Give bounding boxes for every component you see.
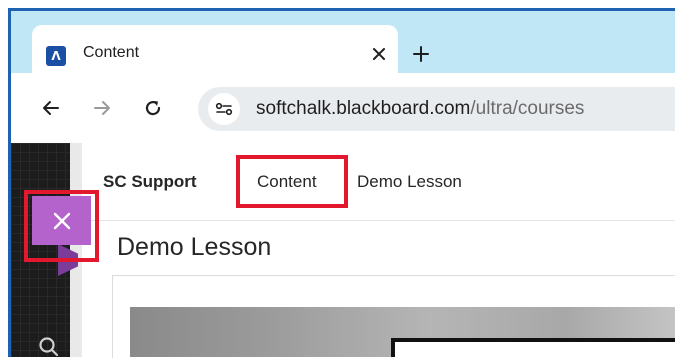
browser-toolbar: softchalk.blackboard.com/ultra/courses [11, 73, 675, 143]
forward-button[interactable] [87, 93, 117, 123]
window-edge-left [0, 0, 6, 357]
highlight-box-content [236, 155, 348, 208]
back-arrow-icon [43, 101, 59, 115]
plus-icon [413, 46, 429, 62]
highlight-box-close [24, 190, 99, 262]
tab-close-icon[interactable] [366, 41, 392, 67]
forward-arrow-icon [94, 101, 110, 115]
search-icon[interactable] [36, 334, 60, 357]
favicon-letter: Λ [51, 49, 61, 63]
new-tab-button[interactable] [406, 39, 436, 69]
address-bar[interactable]: softchalk.blackboard.com/ultra/courses [198, 87, 675, 131]
url-host: softchalk.blackboard.com [256, 98, 471, 119]
breadcrumb-lesson: Demo Lesson [357, 172, 462, 191]
tab-title: Content [83, 44, 140, 61]
breadcrumb: SC Support Content Demo Lesson [82, 143, 675, 221]
breadcrumb-course[interactable]: SC Support [103, 172, 197, 192]
reload-button[interactable] [138, 93, 168, 123]
window-border-top [8, 8, 675, 11]
browser-tabstrip: Λ Content [11, 11, 675, 84]
blackboard-logo-icon: Λ [46, 46, 66, 66]
lesson-image-frame [391, 338, 675, 357]
url-text: softchalk.blackboard.com/ultra/courses [256, 98, 584, 120]
window-edge-top [0, 0, 675, 6]
site-settings-icon[interactable] [208, 93, 240, 125]
course-content-area: SC Support Content Demo Lesson Demo Less… [82, 143, 675, 358]
back-button[interactable] [36, 93, 66, 123]
reload-icon [145, 100, 161, 116]
page-title: Demo Lesson [117, 233, 272, 261]
url-path: /ultra/courses [470, 98, 585, 119]
